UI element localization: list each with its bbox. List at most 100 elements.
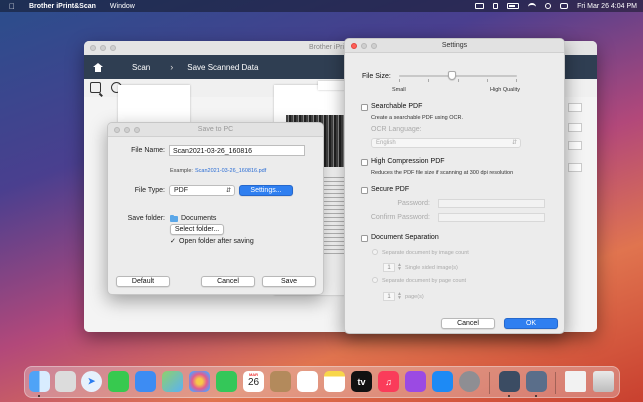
music-icon[interactable]: ♫ [378,371,399,392]
messages-icon[interactable] [108,371,129,392]
scanner-icon[interactable] [526,371,547,392]
close-icon[interactable] [90,45,96,51]
mail-icon[interactable] [135,371,156,392]
select-arrows-icon: ⇵ [225,188,231,194]
stepper-arrows-icon[interactable]: ▲ ▼ [397,263,402,272]
high-compression-checkbox[interactable] [361,159,368,166]
zoom-icon[interactable] [110,45,116,51]
menu-bar:  Brother iPrint&Scan Window Fri Mar 26 … [0,0,643,12]
home-button[interactable] [88,55,108,79]
settings-button[interactable]: Settings... [239,185,293,196]
file-name-label: File Name: [131,147,165,154]
doc-separation-checkbox[interactable] [361,235,368,242]
slider-tick [487,79,488,82]
notes-icon[interactable] [324,371,345,392]
dock-separator [489,372,490,394]
page-count-input[interactable]: 1 [383,292,395,301]
example-filename: Scan2021-03-26_160816.pdf [195,168,267,174]
dock: ➤ MAR 26 tv ♫ [24,366,620,398]
high-compression-label[interactable]: High Compression PDF [371,158,445,165]
menu-clock[interactable]: Fri Mar 26 4:04 PM [577,3,637,10]
sep-by-image-radio[interactable] [372,249,378,255]
battery-icon[interactable] [507,3,520,9]
facetime-icon[interactable] [216,371,237,392]
zoom-fit-icon[interactable] [90,82,101,93]
app-store-icon[interactable] [432,371,453,392]
sep-by-page-label: Separate document by page count [382,278,467,284]
calendar-day: 26 [247,377,260,388]
iprint-scan-icon[interactable] [499,371,520,392]
ocr-language-label: OCR Language: [371,126,422,133]
ocr-language-value: English [376,140,396,146]
photos-icon[interactable] [189,371,210,392]
launchpad-icon[interactable] [55,371,76,392]
searchable-pdf-checkbox[interactable] [361,104,368,111]
slider-tick [516,79,517,82]
password-label: Password: [397,200,430,207]
stepper-arrows-icon[interactable]: ▲ ▼ [397,292,402,301]
file-size-slider[interactable] [399,70,517,82]
side-field-3 [568,141,582,150]
wifi-icon[interactable] [528,2,537,10]
checkmark-icon[interactable]: ✓ [170,237,176,245]
settings-panel: Settings File Size: Small High Quality S… [344,38,565,334]
searchable-pdf-desc: Create a searchable PDF using OCR. [371,115,464,121]
document-icon[interactable] [565,371,586,392]
contacts-icon[interactable] [270,371,291,392]
file-type-value: PDF [174,187,188,194]
reminders-icon[interactable] [297,371,318,392]
cancel-button[interactable]: Cancel [201,276,255,287]
ocr-language-select[interactable]: English ⇵ [371,138,521,148]
settings-ok-button[interactable]: OK [504,318,558,329]
nav-step-scan[interactable]: Scan [132,63,150,72]
secure-pdf-checkbox[interactable] [361,187,368,194]
slider-tick [399,79,400,82]
podcasts-icon[interactable] [405,371,426,392]
secure-pdf-label[interactable]: Secure PDF [371,186,409,193]
menu-app-name[interactable]: Brother iPrint&Scan [29,3,96,10]
page-count-unit: page(s) [405,294,424,300]
system-preferences-icon[interactable] [459,371,480,392]
file-name-input[interactable]: Scan2021-03-26_160816 [169,145,305,156]
apple-menu-icon[interactable]:  [9,2,15,11]
folder-name: Documents [181,215,217,222]
minimize-icon[interactable] [100,45,106,51]
spotlight-search-icon[interactable] [545,3,552,9]
default-button[interactable]: Default [116,276,170,287]
side-field-2 [568,123,582,132]
menu-extras: Fri Mar 26 4:04 PM [475,0,637,12]
slider-track [399,75,517,77]
bluetooth-icon[interactable] [493,3,499,9]
calendar-icon[interactable]: MAR 26 [243,371,264,392]
settings-cancel-button[interactable]: Cancel [441,318,495,329]
maps-icon[interactable] [162,371,183,392]
control-center-icon[interactable] [560,3,569,9]
save-dialog-title: Save to PC [197,126,234,133]
searchable-pdf-label[interactable]: Searchable PDF [371,103,422,110]
select-folder-button[interactable]: Select folder... [170,224,224,235]
sep-by-page-radio[interactable] [372,277,378,283]
confirm-password-input[interactable] [438,213,545,222]
save-dialog-titlebar: Save to PC [108,123,323,137]
open-after-saving-label[interactable]: Open folder after saving [179,238,254,245]
password-input[interactable] [438,199,545,208]
image-count-input[interactable]: 1 [383,263,395,272]
file-size-slider-knob[interactable] [448,71,457,80]
save-button[interactable]: Save [262,276,316,287]
select-arrows-icon: ⇵ [511,140,517,146]
window-controls [90,45,116,51]
finder-icon[interactable] [29,371,50,392]
confirm-password-label: Confirm Password: [370,214,430,221]
safari-icon[interactable]: ➤ [81,371,102,392]
display-icon[interactable] [475,3,485,9]
apple-tv-icon[interactable]: tv [351,371,372,392]
running-indicator [38,395,40,397]
trash-icon[interactable] [593,371,614,392]
file-type-select[interactable]: PDF ⇵ [169,185,235,196]
settings-titlebar: Settings [345,39,564,53]
menu-window[interactable]: Window [110,3,135,10]
doc-separation-label[interactable]: Document Separation [371,234,439,241]
save-folder-label: Save folder: [127,215,165,222]
chevron-right-icon: › [170,62,174,72]
slider-tick [428,79,429,82]
